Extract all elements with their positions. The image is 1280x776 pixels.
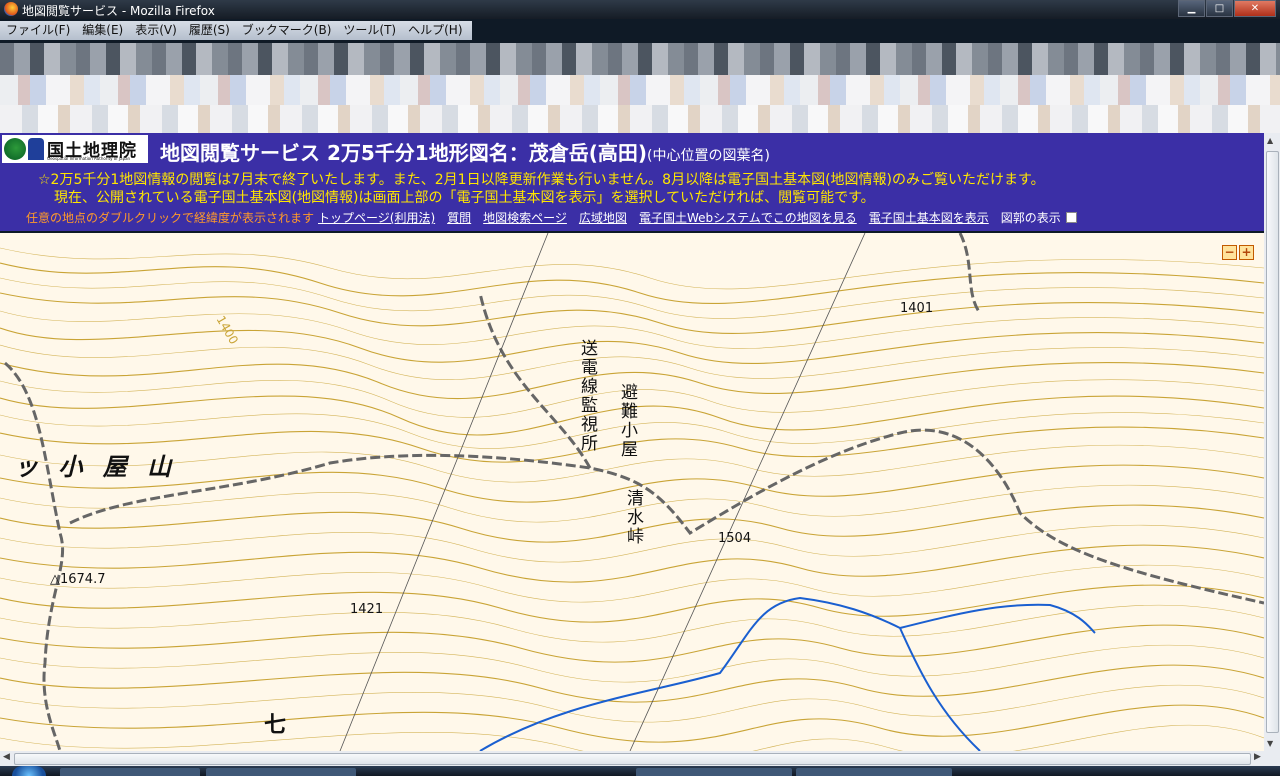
maximize-button[interactable]: □ xyxy=(1206,0,1233,17)
minimize-button[interactable]: ▁ xyxy=(1178,0,1205,17)
scroll-up-icon[interactable]: ▲ xyxy=(1267,136,1273,145)
link-questions[interactable]: 質問 xyxy=(447,209,471,226)
header-links: 任意の地点のダブルクリックで経緯度が表示されます トップページ(利用法) 質問 … xyxy=(26,209,1077,226)
window-title: 地図閲覧サービス - Mozilla Firefox xyxy=(22,4,215,18)
window-titlebar: 地図閲覧サービス - Mozilla Firefox ▁ □ ✕ xyxy=(0,0,1280,19)
label-elev-1401: 1401 xyxy=(900,301,934,316)
horizontal-scrollbar[interactable]: ◀ ▶ xyxy=(0,751,1280,766)
link-top-page[interactable]: トップページ(利用法) xyxy=(318,209,435,226)
link-denshi-kokudo-web[interactable]: 電子国土Webシステムでこの地図を見る xyxy=(639,209,857,226)
river-lines xyxy=(479,596,1096,751)
menu-help[interactable]: ヘルプ(H) xyxy=(402,21,468,40)
label-elev-1421: 1421 xyxy=(350,602,384,617)
label-pass: 清水峠 xyxy=(623,489,643,546)
topographic-map[interactable]: − + ッ 小 屋 山 送電線監視所 避難小屋 清水峠 1401 1504 14… xyxy=(0,233,1264,751)
taskbar-item[interactable] xyxy=(60,768,200,776)
menu-bar: ファイル(F) 編集(E) 表示(V) 履歴(S) ブックマーク(B) ツール(… xyxy=(0,19,1280,43)
gsi-logo[interactable]: 国土地理院 Geospatial Information Authority o… xyxy=(2,135,148,163)
page-title-suffix: (中心位置の図葉名) xyxy=(647,148,770,164)
doubleclick-hint: 任意の地点のダブルクリックで経緯度が表示されます xyxy=(26,211,315,225)
vertical-scroll-thumb[interactable] xyxy=(1266,151,1279,733)
gsi-logo-icon xyxy=(4,138,26,160)
label-elev-1504: 1504 xyxy=(718,531,752,546)
vertical-scrollbar[interactable]: ▲ ▼ xyxy=(1264,133,1280,751)
menu-tools[interactable]: ツール(T) xyxy=(337,21,402,40)
scroll-right-icon[interactable]: ▶ xyxy=(1254,752,1261,762)
zoom-out-button[interactable]: − xyxy=(1222,245,1237,260)
link-map-search[interactable]: 地図検索ページ xyxy=(483,209,567,226)
bookmarks-toolbar-blurred xyxy=(0,75,1280,133)
menu-edit[interactable]: 編集(E) xyxy=(76,21,129,40)
scroll-down-icon[interactable]: ▼ xyxy=(1267,739,1273,748)
label-hut: 避難小屋 xyxy=(617,383,637,459)
menu-file[interactable]: ファイル(F) xyxy=(0,21,76,40)
label-triangulation: △1674.7 xyxy=(50,572,106,587)
label-substation: 送電線監視所 xyxy=(577,339,597,453)
taskbar-item[interactable] xyxy=(796,768,952,776)
window-controls: ▁ □ ✕ xyxy=(1177,0,1276,17)
menu-view[interactable]: 表示(V) xyxy=(129,21,183,40)
notice-line-1: ☆2万5千分1地図情報の閲覧は7月末で終了いたします。また、2月1日以降更新作業… xyxy=(38,172,1045,188)
menu-history[interactable]: 履歴(S) xyxy=(183,21,236,40)
firefox-icon xyxy=(4,2,18,16)
navigation-toolbar-blurred xyxy=(0,43,1280,75)
taskbar-item[interactable] xyxy=(206,768,356,776)
menu-bookmarks[interactable]: ブックマーク(B) xyxy=(236,21,338,40)
frame-toggle-checkbox[interactable] xyxy=(1065,212,1077,223)
logo-subtext: Geospatial Information Authority of Japa… xyxy=(47,156,131,161)
frame-toggle-label: 図郭の表示 xyxy=(1000,211,1061,225)
label-seven: 七 xyxy=(264,713,287,738)
link-show-basic-map[interactable]: 電子国土基本図を表示 xyxy=(869,209,989,226)
taskbar xyxy=(0,766,1280,776)
label-mountain: ッ 小 屋 山 xyxy=(14,453,178,481)
close-button[interactable]: ✕ xyxy=(1234,0,1276,17)
scroll-left-icon[interactable]: ◀ xyxy=(3,752,10,762)
page-title: 地図閲覧サービス 2万5千分1地形図名：茂倉岳(高田)(中心位置の図葉名) xyxy=(160,141,770,165)
zoom-in-button[interactable]: + xyxy=(1239,245,1254,260)
link-wide-area-map[interactable]: 広域地図 xyxy=(579,209,627,226)
notice-line-2: 現在、公開されている電子国土基本図(地図情報)は画面上部の「電子国土基本図を表示… xyxy=(54,190,875,206)
start-button[interactable] xyxy=(12,766,46,776)
page-header: 国土地理院 Geospatial Information Authority o… xyxy=(0,133,1264,231)
zoom-controls: − + xyxy=(1220,245,1254,260)
taskbar-item[interactable] xyxy=(636,768,792,776)
horizontal-scroll-thumb[interactable] xyxy=(14,753,1251,765)
